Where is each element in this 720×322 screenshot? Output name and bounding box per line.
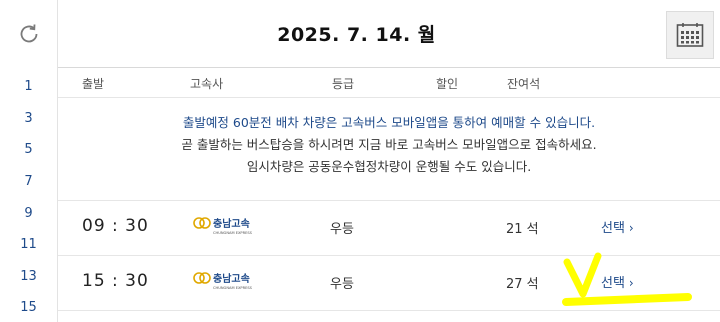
hour-link-9[interactable]: 9 (0, 206, 57, 221)
select-label: 선택 (601, 276, 625, 291)
company-subname: CHUNGNAM EXPRESS (213, 231, 253, 235)
notice-line-2: 곧 출발하는 버스탑승을 하시려면 지금 바로 고속버스 모바일앱으로 접속하세… (181, 137, 597, 152)
calendar-button[interactable] (666, 11, 714, 59)
hour-rail: 1 3 5 7 9 11 13 15 (0, 67, 58, 322)
page-header: 2025. 7. 14. 월 (0, 0, 720, 68)
col-bus-company: 고속사 (190, 77, 224, 91)
schedule-row: 15 : 30 충남고속 CHUNGNAM EXPRESS 우등 27 석 선택… (58, 255, 720, 311)
calendar-icon (676, 23, 704, 47)
hour-link-13[interactable]: 13 (0, 269, 57, 284)
schedule-row: 09 : 30 충남고속 CHUNGNAM EXPRESS 우등 21 석 선택… (58, 200, 720, 256)
select-button[interactable]: 선택 › (601, 217, 634, 236)
col-grade: 등급 (332, 77, 355, 91)
refresh-button[interactable] (0, 0, 58, 67)
hour-link-15[interactable]: 15 (0, 300, 57, 315)
company-name: 충남고속 (213, 272, 250, 285)
remaining-seats: 27 석 (506, 277, 539, 292)
select-label: 선택 (601, 221, 625, 236)
booking-notice: 출발예정 60분전 배차 차량은 고속버스 모바일앱을 통하여 예매할 수 있습… (58, 112, 720, 201)
company-logo: 충남고속 CHUNGNAM EXPRESS (192, 270, 256, 292)
hour-link-5[interactable]: 5 (0, 142, 57, 157)
col-discount: 할인 (436, 77, 459, 91)
company-subname: CHUNGNAM EXPRESS (213, 286, 253, 290)
chevron-right-icon: › (628, 221, 634, 235)
refresh-icon (20, 23, 37, 42)
hour-link-7[interactable]: 7 (0, 174, 57, 189)
bus-schedule-page: 2025. 7. 14. 월 1 3 5 7 9 11 13 15 출발 고속사 (0, 0, 720, 322)
bus-grade: 우등 (330, 277, 354, 292)
hour-link-3[interactable]: 3 (0, 111, 57, 126)
company-logo: 충남고속 CHUNGNAM EXPRESS (192, 215, 256, 237)
departure-time: 15 : 30 (82, 271, 149, 291)
col-departure: 출발 (82, 77, 105, 91)
select-button[interactable]: 선택 › (601, 272, 634, 291)
column-header: 출발 고속사 등급 할인 잔여석 (58, 67, 720, 98)
hour-link-1[interactable]: 1 (0, 79, 57, 94)
remaining-seats: 21 석 (506, 222, 539, 237)
hour-link-11[interactable]: 11 (0, 237, 57, 252)
bus-grade: 우등 (330, 222, 354, 237)
notice-line-3: 임시차량은 공동운수협정차량이 운행될 수도 있습니다. (246, 159, 532, 174)
company-name: 충남고속 (213, 217, 250, 230)
page-title: 2025. 7. 14. 월 (277, 24, 436, 46)
departure-time: 09 : 30 (82, 216, 149, 236)
chevron-right-icon: › (628, 276, 634, 290)
notice-line-1: 출발예정 60분전 배차 차량은 고속버스 모바일앱을 통하여 예매할 수 있습… (182, 115, 596, 130)
col-remaining-seats: 잔여석 (507, 77, 541, 91)
